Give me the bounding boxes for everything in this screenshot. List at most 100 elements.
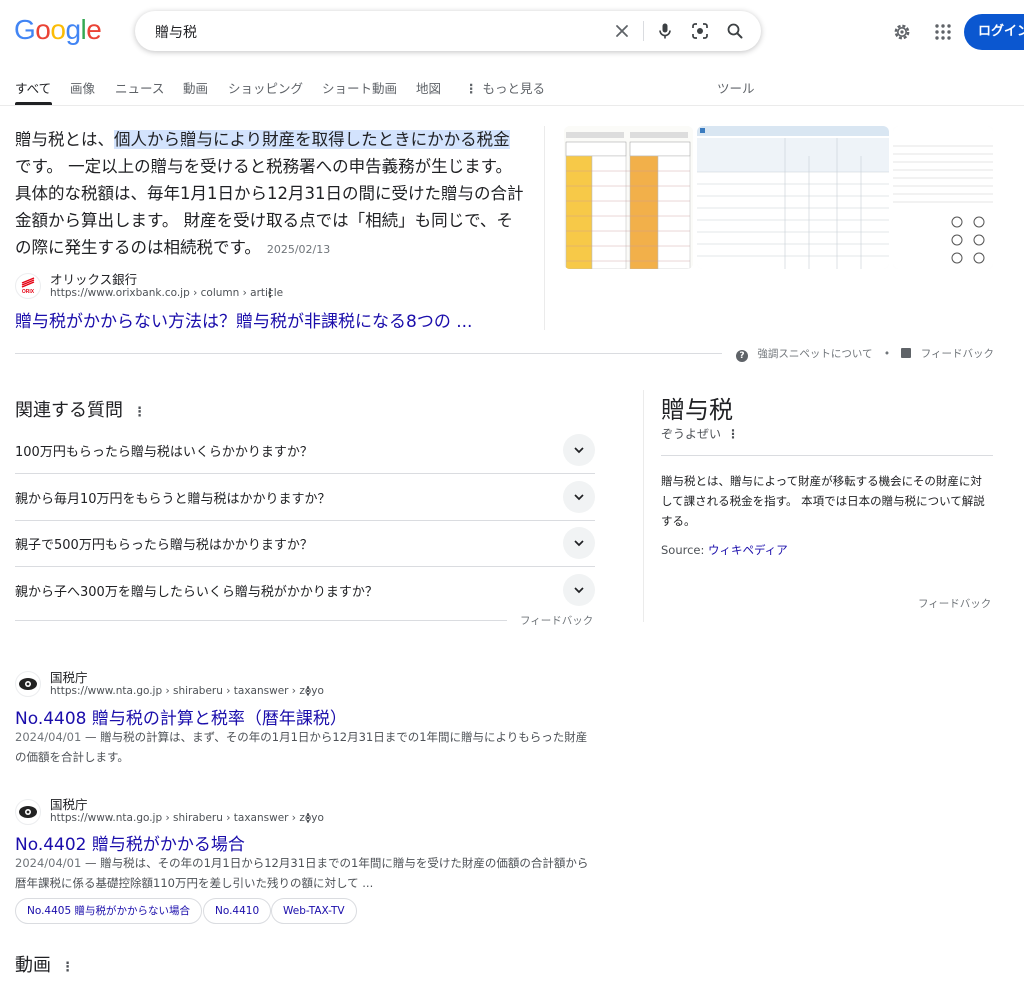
paa-expand-button[interactable]	[563, 434, 595, 466]
tab-short-videos[interactable]: ショート動画	[322, 78, 397, 97]
tax-table-thumbnail-2[interactable]	[697, 126, 889, 269]
clear-icon[interactable]	[612, 21, 632, 41]
kp-description: 贈与税とは、贈与によって財産が移転する機会にその財産に対して課される税金を指す。…	[661, 474, 985, 528]
videos-title-text: 動画	[15, 955, 51, 976]
sitelink-chip[interactable]: No.4410	[203, 898, 272, 924]
orix-favicon[interactable]: ORIX	[15, 273, 41, 299]
result-snippet: 2024/04/01 — 贈与税は、その年の1月1日から12月31日までの1年間…	[15, 856, 589, 890]
featured-site-name[interactable]: オリックス銀行	[50, 269, 137, 288]
result-more-kebab-icon[interactable]: ⋮	[302, 811, 314, 825]
paa-item[interactable]: 親から子へ300万を贈与したらいくら贈与税がかかりますか？	[15, 567, 595, 613]
tab-more-label: もっと見る	[482, 81, 546, 96]
sitelink-chip[interactable]: No.4405 贈与税がかからない場合	[15, 898, 202, 924]
paa-item[interactable]: 親子で500万円もらったら贈与税はかかりますか？	[15, 520, 595, 567]
google-logo[interactable]: Google	[14, 14, 102, 46]
tab-shopping[interactable]: ショッピング	[228, 78, 303, 97]
search-tabs: すべて 画像 ニュース 動画 ショッピング ショート動画 地図 ⋮ もっと見る ツ…	[0, 78, 1024, 106]
chevron-down-icon	[574, 447, 584, 454]
result-site-name[interactable]: 国税庁	[50, 667, 88, 686]
result-more-kebab-icon[interactable]: ⋮	[302, 684, 314, 698]
microphone-icon[interactable]	[655, 21, 675, 41]
logo-letter-e: e	[86, 14, 102, 45]
result-title-link[interactable]: No.4402 贈与税がかかる場合	[15, 830, 245, 855]
paa-question[interactable]: 100万円もらったら贈与税はいくらかかりますか？	[15, 441, 313, 460]
paa-expand-button[interactable]	[563, 527, 595, 559]
kp-feedback-link[interactable]: フィードバック	[918, 596, 991, 611]
feedback-flag-icon[interactable]	[901, 348, 912, 358]
kp-more-kebab-icon[interactable]: ⋮	[727, 427, 739, 441]
search-icon[interactable]	[725, 21, 745, 41]
snippet-vertical-divider	[544, 126, 545, 330]
tab-videos[interactable]: 動画	[183, 78, 208, 97]
paa-expand-button[interactable]	[563, 481, 595, 513]
tax-table-thumbnail-3[interactable]	[893, 126, 993, 269]
nta-favicon[interactable]	[15, 671, 41, 697]
result-snippet-text: 贈与税の計算は、まず、その年の1月1日から12月31日までの1年間に贈与によりも…	[15, 730, 588, 764]
logo-letter-g1: G	[14, 14, 36, 45]
search-box[interactable]: 贈与税	[135, 11, 761, 51]
paa-item[interactable]: 100万円もらったら贈与税はいくらかかりますか？	[15, 427, 595, 474]
tab-tools[interactable]: ツール	[717, 78, 755, 97]
footer-dot: •	[883, 348, 891, 360]
result-snippet-text: 贈与税は、その年の1月1日から12月31日までの1年間に贈与を受けた財産の価額の…	[15, 856, 589, 890]
paa-more-kebab-icon[interactable]: ⋮	[133, 405, 146, 420]
tab-maps[interactable]: 地図	[416, 78, 441, 97]
login-button[interactable]: ログイン	[964, 14, 1024, 50]
kp-source: Source: ウィキペディア	[661, 542, 788, 558]
featured-snippet-text: 贈与税とは、個人から贈与により財産を取得したときにかかる税金です。 一定以上の贈…	[15, 126, 525, 263]
featured-result-link[interactable]: 贈与税がかからない方法は？贈与税が非課税になる8つの ...	[15, 307, 472, 332]
result-site-name[interactable]: 国税庁	[50, 794, 88, 813]
search-divider	[643, 21, 644, 41]
paa-question[interactable]: 親から毎月10万円をもらうと贈与税はかかりますか？	[15, 488, 331, 507]
apps-grid-icon[interactable]	[934, 23, 952, 41]
result-title-link[interactable]: No.4408 贈与税の計算と税率（暦年課税）	[15, 704, 347, 729]
favicon-text: ORIX	[22, 289, 35, 295]
chevron-down-icon	[574, 587, 584, 594]
snippet-footer: ? 強調スニペットについて • フィードバック	[736, 346, 994, 362]
featured-site-url[interactable]: https://www.orixbank.co.jp › column › ar…	[50, 287, 283, 299]
kp-title: 贈与税	[661, 396, 733, 424]
tab-news[interactable]: ニュース	[115, 78, 164, 97]
kp-separator	[661, 455, 993, 456]
logo-letter-o1: o	[35, 14, 51, 45]
kp-reading: ぞうよぜい ⋮	[661, 425, 739, 442]
more-kebab-icon: ⋮	[465, 81, 478, 96]
paa-expand-button[interactable]	[563, 574, 595, 606]
result-site-url[interactable]: https://www.nta.go.jp › shiraberu › taxa…	[50, 685, 324, 697]
videos-section-title: 動画 ⋮	[15, 951, 74, 977]
settings-gear-icon[interactable]	[892, 22, 912, 42]
paa-item[interactable]: 親から毎月10万円をもらうと贈与税はかかりますか？	[15, 474, 595, 521]
search-input[interactable]: 贈与税	[155, 22, 197, 42]
paa-feedback-link[interactable]: フィードバック	[520, 613, 593, 628]
paa-question[interactable]: 親子で500万円もらったら贈与税はかかりますか？	[15, 534, 313, 553]
featured-more-kebab-icon[interactable]: ⋮	[264, 286, 276, 300]
tab-more[interactable]: ⋮ もっと見る	[465, 78, 545, 97]
knowledge-panel-divider	[643, 390, 644, 622]
sitelink-chip[interactable]: Web-TAX-TV	[271, 898, 357, 924]
tax-table-thumbnail-1[interactable]	[564, 126, 693, 269]
kp-source-link[interactable]: ウィキペディア	[708, 543, 788, 557]
result-site-url[interactable]: https://www.nta.go.jp › shiraberu › taxa…	[50, 812, 324, 824]
about-snippet-link[interactable]: 強調スニペットについて	[757, 348, 872, 360]
logo-letter-o2: o	[50, 14, 66, 45]
snippet-feedback-link[interactable]: フィードバック	[921, 348, 994, 360]
tab-images[interactable]: 画像	[70, 78, 95, 97]
tab-all[interactable]: すべて	[15, 78, 51, 97]
snippet-date: 2025/02/13	[266, 243, 331, 256]
videos-more-kebab-icon[interactable]: ⋮	[61, 960, 74, 975]
kp-source-label: Source:	[661, 543, 705, 557]
lens-icon[interactable]	[690, 21, 710, 41]
nta-favicon[interactable]	[15, 799, 41, 825]
result-date: 2024/04/01	[15, 730, 82, 744]
snippet-text-before: 贈与税とは、	[15, 130, 114, 149]
paa-title-text: 関連する質問	[15, 400, 123, 421]
paa-question[interactable]: 親から子へ300万を贈与したらいくら贈与税がかかりますか？	[15, 581, 378, 600]
snippet-divider	[15, 353, 722, 354]
logo-letter-g2: g	[65, 14, 81, 45]
result-snippet: 2024/04/01 — 贈与税の計算は、まず、その年の1月1日から12月31日…	[15, 730, 588, 764]
paa-bottom-divider	[15, 620, 507, 621]
snippet-text-after: です。 一定以上の贈与を受けると税務署への申告義務が生じます。 具体的な税額は、…	[15, 157, 524, 257]
snippet-highlight: 個人から贈与により財産を取得したときにかかる税金	[114, 130, 510, 149]
help-circle-icon[interactable]: ?	[736, 350, 748, 362]
result-date: 2024/04/01	[15, 856, 82, 870]
